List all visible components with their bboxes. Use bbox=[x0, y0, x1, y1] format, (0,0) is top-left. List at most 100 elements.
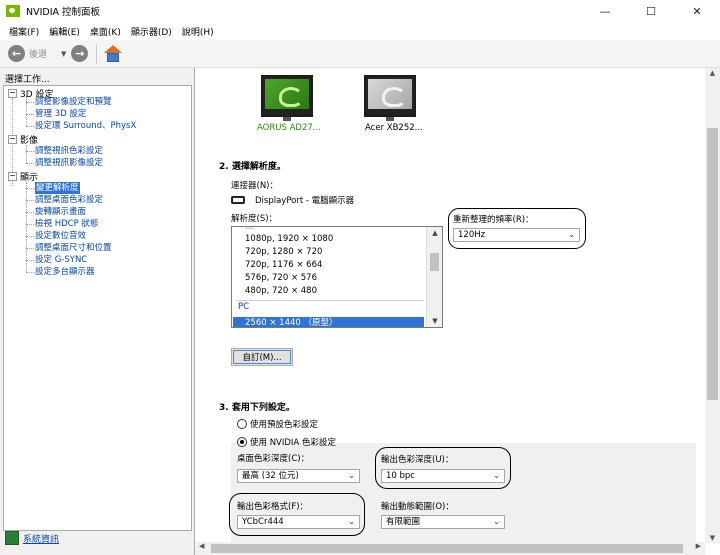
connector-label: 連接器(N)： bbox=[231, 181, 278, 191]
tree-item-digital-audio[interactable]: 設定數位音效 bbox=[35, 230, 86, 242]
tree-item-change-resolution[interactable]: 變更解析度 bbox=[35, 182, 80, 194]
maximize-button[interactable]: ☐ bbox=[628, 0, 674, 22]
desktop-depth-value: 最高 (32 位元) bbox=[242, 471, 299, 481]
menu-desktop[interactable]: 桌面(K) bbox=[85, 25, 126, 38]
content-horizontal-scrollbar[interactable]: ◀ ▶ bbox=[195, 542, 705, 555]
radio-icon[interactable] bbox=[237, 419, 247, 429]
nvidia-logo-icon bbox=[6, 5, 20, 17]
menu-bar: 檔案(F) 編輯(E) 桌面(K) 顯示器(D) 說明(H) bbox=[0, 22, 720, 40]
refresh-rate-select[interactable]: 120Hz ⌄ bbox=[453, 228, 580, 242]
content-vertical-scrollbar[interactable]: ▲ ▼ bbox=[705, 68, 720, 543]
list-item[interactable]: 720p, 1176 × 664 bbox=[245, 259, 322, 272]
section-title-apply-settings: 3. 套用下列設定。 bbox=[219, 403, 295, 413]
minimize-button[interactable]: — bbox=[582, 0, 628, 22]
list-item-selected[interactable]: 2560 × 1440 （原型） bbox=[233, 317, 424, 327]
dynamic-range-label: 輸出動態範圍(O)： bbox=[381, 502, 454, 512]
dynamic-range-value: 有限範圍 bbox=[386, 517, 421, 527]
toolbar: ← 後退 ▼ → bbox=[0, 40, 720, 68]
back-label[interactable]: 後退 bbox=[29, 47, 47, 60]
monitor-icon[interactable] bbox=[364, 75, 416, 121]
tree-category-video[interactable]: − 影像 bbox=[8, 133, 38, 146]
toolbar-separator bbox=[96, 43, 98, 64]
scroll-down-icon[interactable]: ▼ bbox=[427, 315, 442, 327]
monitor-icon[interactable] bbox=[261, 75, 313, 121]
content-panel: AORUS AD27... Acer XB252... 2. 選擇解析度。 連接… bbox=[194, 68, 720, 555]
tree-category-display[interactable]: − 顯示 bbox=[8, 170, 39, 183]
task-panel: 選擇工作... − 3D 設定 調整影像設定和預覽 管理 3D 設定 設定環 S… bbox=[0, 68, 194, 555]
desktop-depth-label: 桌面色彩深度(C)： bbox=[237, 454, 310, 464]
tree-item-hdcp-status[interactable]: 檢視 HDCP 狀態 bbox=[35, 218, 98, 230]
output-format-select[interactable]: YCbCr444 ⌄ bbox=[237, 515, 360, 529]
collapse-icon[interactable]: − bbox=[8, 134, 17, 144]
resolution-list[interactable]: … 1080p, 1920 × 1080 720p, 1280 × 720 72… bbox=[231, 226, 443, 328]
chevron-down-icon: ⌄ bbox=[493, 471, 500, 480]
scroll-right-icon[interactable]: ▶ bbox=[696, 542, 701, 550]
chevron-down-icon: ⌄ bbox=[348, 517, 355, 526]
desktop-depth-select[interactable]: 最高 (32 位元) ⌄ bbox=[237, 469, 360, 483]
history-dropdown-icon[interactable]: ▼ bbox=[61, 50, 66, 58]
tree-item-adjust-image-settings[interactable]: 調整影像設定和預覽 bbox=[35, 96, 112, 108]
title-bar: NVIDIA 控制面板 — ☐ ✕ bbox=[0, 0, 720, 22]
menu-help[interactable]: 說明(H) bbox=[177, 25, 219, 38]
tree-item-desktop-size[interactable]: 調整桌面尺寸和位置 bbox=[35, 242, 112, 254]
chevron-down-icon: ⌄ bbox=[568, 230, 575, 239]
list-item[interactable]: 480p, 720 × 480 bbox=[245, 285, 317, 298]
window-title: NVIDIA 控制面板 bbox=[26, 7, 101, 18]
scroll-left-icon[interactable]: ◀ bbox=[199, 542, 204, 550]
tree-item-desktop-color[interactable]: 調整桌面色彩設定 bbox=[35, 194, 103, 206]
tree-item-manage-3d-settings[interactable]: 管理 3D 設定 bbox=[35, 108, 86, 120]
chevron-down-icon: ⌄ bbox=[493, 517, 500, 526]
menu-display[interactable]: 顯示器(D) bbox=[126, 25, 177, 38]
tree-item-g-sync[interactable]: 設定 G-SYNC bbox=[35, 254, 87, 266]
scroll-thumb[interactable] bbox=[211, 544, 683, 553]
radio-label: 使用 NVIDIA 色彩設定 bbox=[250, 438, 336, 448]
scroll-thumb[interactable] bbox=[707, 128, 718, 400]
radio-nvidia-color[interactable]: 使用 NVIDIA 色彩設定 bbox=[237, 436, 336, 448]
menu-file[interactable]: 檔案(F) bbox=[4, 25, 44, 38]
system-info[interactable]: 系統資訊 bbox=[5, 531, 59, 545]
monitor-label[interactable]: Acer XB252... bbox=[365, 123, 423, 133]
scroll-up-icon[interactable]: ▲ bbox=[427, 227, 442, 239]
list-item[interactable]: 1080p, 1920 × 1080 bbox=[245, 233, 333, 246]
section-title-resolution: 2. 選擇解析度。 bbox=[219, 162, 286, 172]
list-item[interactable]: 720p, 1280 × 720 bbox=[245, 246, 322, 259]
output-depth-select[interactable]: 10 bpc ⌄ bbox=[381, 469, 505, 483]
menu-edit[interactable]: 編輯(E) bbox=[44, 25, 85, 38]
tree-item-video-image[interactable]: 調整視訊影像設定 bbox=[35, 157, 103, 169]
back-arrow-icon[interactable]: ← bbox=[8, 45, 25, 62]
monitor-label[interactable]: AORUS AD27... bbox=[257, 123, 321, 133]
scroll-thumb[interactable] bbox=[430, 253, 439, 271]
output-depth-label: 輸出色彩深度(U)： bbox=[381, 455, 454, 465]
connector-value: DisplayPort - 電腦顯示器 bbox=[255, 196, 355, 206]
list-group-header: PC bbox=[238, 302, 250, 312]
refresh-rate-value: 120Hz bbox=[458, 230, 486, 240]
radio-default-color[interactable]: 使用預設色彩設定 bbox=[237, 418, 318, 430]
radio-icon[interactable] bbox=[237, 437, 247, 447]
refresh-rate-label: 重新整理的頻率(R)： bbox=[453, 215, 534, 225]
close-button[interactable]: ✕ bbox=[674, 0, 720, 22]
tree-item-rotate-display[interactable]: 旋轉顯示畫面 bbox=[35, 206, 86, 218]
output-format-label: 輸出色彩格式(F)： bbox=[237, 502, 309, 512]
tree-item-surround-physx[interactable]: 設定環 Surround、PhysX bbox=[35, 120, 136, 132]
category-label: 顯示 bbox=[20, 172, 39, 183]
home-icon[interactable] bbox=[103, 44, 123, 63]
resolution-label: 解析度(S)： bbox=[231, 214, 278, 224]
collapse-icon[interactable]: − bbox=[8, 171, 17, 181]
collapse-icon[interactable]: − bbox=[8, 88, 17, 98]
tree-item-multiple-displays[interactable]: 設定多台顯示器 bbox=[35, 266, 95, 278]
radio-label: 使用預設色彩設定 bbox=[250, 420, 319, 430]
scroll-down-icon[interactable]: ▼ bbox=[705, 534, 720, 542]
dynamic-range-select[interactable]: 有限範圍 ⌄ bbox=[381, 515, 505, 529]
chevron-down-icon: ⌄ bbox=[348, 471, 355, 480]
tree-item-video-color[interactable]: 調整視訊色彩設定 bbox=[35, 145, 103, 157]
list-divider bbox=[236, 300, 424, 301]
list-item[interactable]: 576p, 720 × 576 bbox=[245, 272, 317, 285]
scroll-up-icon[interactable]: ▲ bbox=[705, 69, 720, 77]
displayport-icon bbox=[231, 196, 245, 204]
output-format-value: YCbCr444 bbox=[242, 517, 284, 527]
system-info-link[interactable]: 系統資訊 bbox=[23, 532, 59, 545]
system-info-icon[interactable] bbox=[5, 531, 19, 545]
list-scrollbar[interactable]: ▲ ▼ bbox=[426, 227, 442, 327]
customize-button[interactable]: 自訂(M)... bbox=[231, 348, 293, 366]
forward-arrow-icon[interactable]: → bbox=[71, 45, 89, 62]
